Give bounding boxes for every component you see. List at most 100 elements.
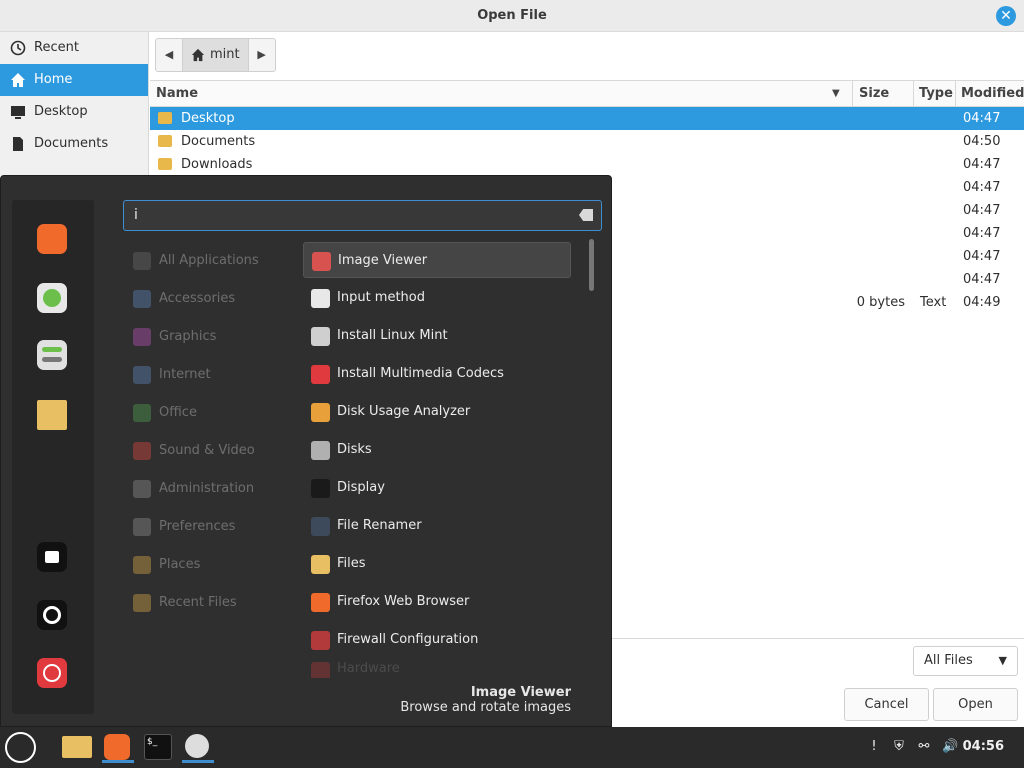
file-modified: 04:47 [963,180,1001,195]
close-icon[interactable]: ✕ [996,6,1016,26]
app-item[interactable]: File Renamer [303,508,571,544]
app-icon [311,403,330,422]
category-icon [133,442,151,460]
column-header-name[interactable]: Name [156,86,198,101]
table-row[interactable]: Downloads 04:47 [150,153,1024,176]
category-label: Graphics [159,329,217,344]
breadcrumb-home[interactable]: mint [182,39,249,71]
app-description-name: Image Viewer [470,685,571,700]
category-icon [133,366,151,384]
category-item[interactable]: Accessories [131,287,235,311]
category-item[interactable]: Recent Files [131,591,237,615]
app-icon [311,555,330,574]
firefox-icon[interactable] [102,732,134,763]
home-icon [191,48,205,62]
shield-icon[interactable]: ⛨ [891,739,907,755]
chevron-down-icon: ▼ [998,654,1007,667]
sidebar-item-desktop[interactable]: Desktop [0,96,148,128]
file-type-filter[interactable]: All Files ▼ [913,646,1018,676]
app-item[interactable]: Disk Usage Analyzer [303,394,571,430]
settings-icon[interactable] [37,340,67,370]
category-item[interactable]: Sound & Video [131,439,255,463]
file-modified: 04:50 [963,134,1001,149]
app-label: Install Linux Mint [337,328,448,343]
clear-icon[interactable] [579,209,593,221]
app-item[interactable]: Input method [303,280,571,316]
category-item[interactable]: Office [131,401,197,425]
category-item[interactable]: Places [131,553,200,577]
file-modified: 04:49 [963,295,1001,310]
category-item[interactable]: All Applications [131,249,259,273]
app-list-scrollbar[interactable] [589,239,594,291]
app-item[interactable]: Display [303,470,571,506]
app-icon [312,252,331,271]
app-label: Disks [337,442,372,457]
sidebar-item-label: Recent [34,40,79,55]
chevron-right-icon[interactable]: ▶ [249,39,275,71]
column-header-modified[interactable]: Modified [961,86,1024,101]
cancel-button[interactable]: Cancel [844,688,929,721]
sidebar-item-home[interactable]: Home [0,64,148,96]
logout-icon[interactable] [37,600,67,630]
app-item[interactable]: Firewall Configuration [303,622,571,658]
open-button[interactable]: Open [933,688,1018,721]
category-item[interactable]: Graphics [131,325,216,349]
favorites-bar [12,200,94,714]
notification-icon[interactable]: ! [866,739,882,755]
table-row[interactable]: Desktop 04:47 [150,107,1024,130]
sort-descending-icon[interactable]: ▼ [832,88,840,99]
category-icon [133,518,151,536]
app-item[interactable]: Disks [303,432,571,468]
column-header-type[interactable]: Type [919,86,953,101]
column-header-size[interactable]: Size [859,86,889,101]
menu-search-input[interactable]: i [123,200,602,231]
software-manager-icon[interactable] [37,283,67,313]
folder-icon[interactable] [37,400,67,430]
desktop-icon [11,106,25,119]
category-icon [133,290,151,308]
category-icon [133,480,151,498]
app-description-text: Browse and rotate images [400,700,571,715]
category-item[interactable]: Administration [131,477,254,501]
mint-menu-icon[interactable] [5,732,36,763]
category-icon [133,404,151,422]
power-icon[interactable] [37,658,67,688]
volume-icon[interactable]: 🔊 [942,739,958,755]
sidebar-item-label: Desktop [34,104,88,119]
app-label: Firewall Configuration [337,632,479,647]
app-label: Image Viewer [338,253,428,268]
app-item[interactable]: Image Viewer [303,242,571,278]
table-row[interactable]: Documents 04:50 [150,130,1024,153]
app-label: Firefox Web Browser [337,594,470,609]
network-icon[interactable]: ⚯ [916,739,932,755]
app-item[interactable]: Hardware [303,660,571,678]
app-item[interactable]: Files [303,546,571,582]
file-modified: 04:47 [963,249,1001,264]
title-bar: Open File ✕ [0,0,1024,32]
terminal-icon[interactable]: $_ [142,732,174,763]
folder-icon [158,158,172,170]
chevron-left-icon[interactable]: ◀ [156,39,182,71]
category-label: Recent Files [159,595,237,610]
app-label: File Renamer [337,518,422,533]
clock[interactable]: 04:56 [963,739,1004,754]
app-label: Disk Usage Analyzer [337,404,471,419]
disc-icon[interactable] [182,732,214,763]
sidebar-item-recent[interactable]: Recent [0,32,148,64]
search-value: i [134,207,138,223]
lock-icon[interactable] [37,542,67,572]
file-type: Text [920,295,947,310]
sidebar-item-documents[interactable]: Documents [0,128,148,160]
app-item[interactable]: Install Linux Mint [303,318,571,354]
app-item[interactable]: Firefox Web Browser [303,584,571,620]
sidebar-item-label: Home [34,72,73,87]
app-icon [311,479,330,498]
file-modified: 04:47 [963,203,1001,218]
category-item[interactable]: Preferences [131,515,235,539]
files-icon[interactable] [62,732,94,763]
firefox-icon[interactable] [37,224,67,254]
app-item[interactable]: Install Multimedia Codecs [303,356,571,392]
category-icon [133,252,151,270]
category-item[interactable]: Internet [131,363,211,387]
app-label: Files [337,556,366,571]
